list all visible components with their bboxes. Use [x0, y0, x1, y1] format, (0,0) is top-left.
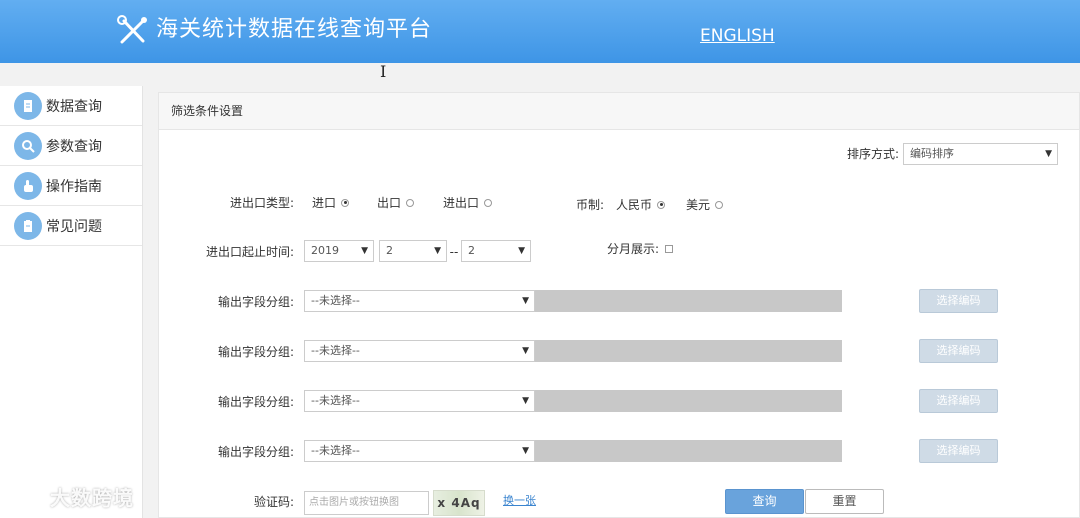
- english-link[interactable]: ENGLISH: [700, 25, 775, 47]
- select-code-button[interactable]: 选择编码: [919, 389, 998, 413]
- selected-codes-box: [535, 440, 842, 462]
- year-value: 2019: [311, 244, 339, 257]
- end-month-value: 2: [468, 244, 475, 257]
- hand-pointer-icon: [14, 171, 42, 200]
- sort-label: 排序方式:: [846, 147, 899, 161]
- dropdown-arrow-icon: ▼: [1045, 149, 1052, 159]
- field-group-label: 输出字段分组:: [217, 345, 294, 359]
- radio-button-checked[interactable]: [341, 198, 350, 207]
- option-label: 进出口: [443, 196, 480, 210]
- trade-type-import[interactable]: 进口: [312, 192, 350, 214]
- option-label: 出口: [377, 196, 402, 210]
- clipboard-icon: [14, 211, 42, 240]
- field-group-select[interactable]: --未选择-- ▼: [304, 390, 535, 412]
- selected-codes-box: [535, 340, 842, 362]
- field-group-label: 输出字段分组:: [217, 445, 294, 459]
- refresh-captcha-link[interactable]: 换一张: [503, 490, 536, 512]
- field-group-value: --未选择--: [311, 394, 360, 407]
- period-separator: --: [449, 245, 459, 259]
- panel-title: 筛选条件设置: [159, 93, 1079, 130]
- field-group-value: --未选择--: [311, 444, 360, 457]
- sidebar-item-guide[interactable]: 操作指南: [0, 166, 142, 206]
- document-icon: [14, 91, 42, 120]
- sidebar-item-label: 操作指南: [46, 178, 102, 195]
- reset-button[interactable]: 重置: [805, 489, 884, 514]
- text-cursor-icon: I: [380, 62, 387, 81]
- start-month-value: 2: [386, 244, 393, 257]
- watermark: 大数跨境: [8, 484, 134, 512]
- period-label: 进出口起止时间:: [205, 245, 294, 259]
- selected-codes-box: [535, 290, 842, 312]
- sidebar-item-label: 数据查询: [46, 98, 102, 115]
- currency-rmb[interactable]: 人民币: [616, 194, 666, 216]
- field-group-label: 输出字段分组:: [217, 295, 294, 309]
- query-button[interactable]: 查询: [725, 489, 804, 514]
- dropdown-arrow-icon: ▼: [522, 446, 529, 456]
- select-code-button[interactable]: 选择编码: [919, 289, 998, 313]
- field-group-value: --未选择--: [311, 344, 360, 357]
- year-select[interactable]: 2019 ▼: [304, 240, 374, 262]
- site-title: 海关统计数据在线查询平台: [156, 17, 433, 42]
- radio-button-checked[interactable]: [657, 200, 666, 209]
- sidebar-item-label: 常见问题: [46, 218, 102, 235]
- sidebar-item-faq[interactable]: 常见问题: [0, 206, 142, 246]
- captcha-label: 验证码:: [253, 495, 294, 509]
- monthly-display[interactable]: 分月展示:: [607, 238, 674, 260]
- monthly-checkbox[interactable]: [665, 244, 674, 253]
- sidebar-item-data-query[interactable]: 数据查询: [0, 86, 142, 126]
- sidebar-item-label: 参数查询: [46, 138, 102, 155]
- field-group-label: 输出字段分组:: [217, 395, 294, 409]
- radio-button[interactable]: [715, 200, 724, 209]
- option-label: 美元: [686, 198, 711, 212]
- sort-select[interactable]: 编码排序 ▼: [903, 143, 1058, 165]
- field-group-value: --未选择--: [311, 294, 360, 307]
- filter-panel: 筛选条件设置 排序方式: 编码排序 ▼ 进出口类型: 进口 出口 进出口 币制:…: [158, 92, 1080, 518]
- monthly-label: 分月展示:: [607, 242, 660, 256]
- dropdown-arrow-icon: ▼: [522, 346, 529, 356]
- dropdown-arrow-icon: ▼: [522, 396, 529, 406]
- radio-button[interactable]: [406, 198, 415, 207]
- sidebar: 数据查询 参数查询 操作指南 常见问题: [0, 86, 143, 518]
- sort-value: 编码排序: [910, 147, 954, 160]
- dropdown-arrow-icon: ▼: [518, 246, 525, 256]
- end-month-select[interactable]: 2 ▼: [461, 240, 531, 262]
- start-month-select[interactable]: 2 ▼: [379, 240, 447, 262]
- option-label: 进口: [312, 196, 337, 210]
- currency-usd[interactable]: 美元: [686, 194, 724, 216]
- dropdown-arrow-icon: ▼: [522, 296, 529, 306]
- captcha-input[interactable]: 点击图片或按钮换图: [304, 491, 429, 515]
- selected-codes-box: [535, 390, 842, 412]
- option-label: 人民币: [616, 198, 653, 212]
- watermark-text: 大数跨境: [50, 486, 134, 510]
- top-header: 海关统计数据在线查询平台 ENGLISH: [0, 0, 1080, 63]
- sidebar-item-param-query[interactable]: 参数查询: [0, 126, 142, 166]
- field-group-select[interactable]: --未选择-- ▼: [304, 290, 535, 312]
- select-code-button[interactable]: 选择编码: [919, 439, 998, 463]
- trade-type-export[interactable]: 出口: [377, 192, 415, 214]
- field-group-select[interactable]: --未选择-- ▼: [304, 340, 535, 362]
- captcha-placeholder: 点击图片或按钮换图: [309, 497, 399, 508]
- magnifier-icon: [14, 131, 42, 160]
- select-code-button[interactable]: 选择编码: [919, 339, 998, 363]
- dropdown-arrow-icon: ▼: [361, 246, 368, 256]
- trade-type-label: 进出口类型:: [229, 196, 294, 210]
- dropdown-arrow-icon: ▼: [434, 246, 441, 256]
- currency-label: 币制:: [575, 198, 604, 212]
- field-group-select[interactable]: --未选择-- ▼: [304, 440, 535, 462]
- trade-type-both[interactable]: 进出口: [443, 192, 493, 214]
- tools-logo-icon: [117, 15, 147, 44]
- watermark-logo-icon: [9, 491, 46, 508]
- captcha-image[interactable]: x 4Aq: [433, 490, 485, 516]
- radio-button[interactable]: [484, 198, 493, 207]
